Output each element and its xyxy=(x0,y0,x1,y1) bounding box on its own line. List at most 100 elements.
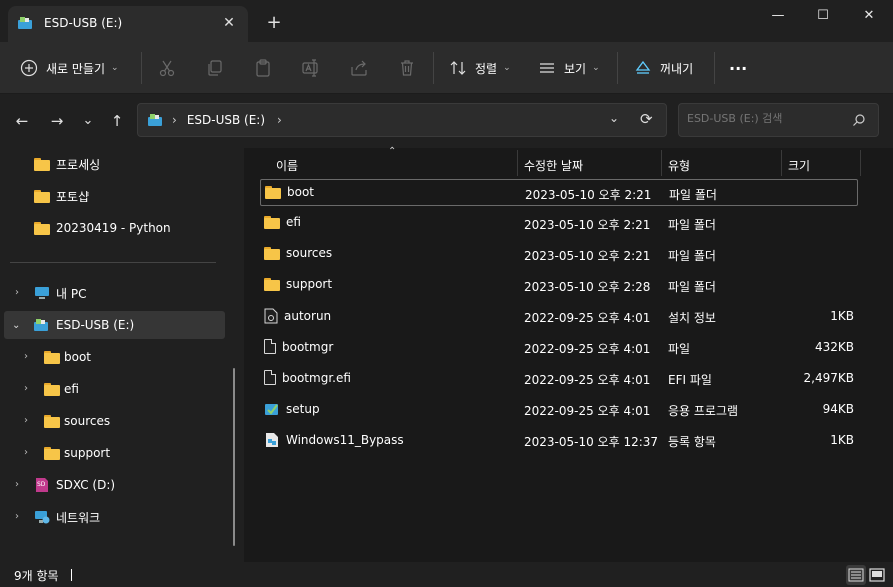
file-type: 등록 항목 xyxy=(668,435,716,449)
quick-access-item[interactable]: 20230419 - Python xyxy=(34,214,171,242)
file-modified: 2023-05-10 오후 2:21 xyxy=(524,249,651,263)
chevron-right-icon[interactable]: › xyxy=(11,479,23,490)
file-name: Windows11_Bypass xyxy=(286,433,404,447)
quick-access-label: 20230419 - Python xyxy=(56,221,171,235)
cut-icon[interactable] xyxy=(158,59,176,77)
chevron-right-icon[interactable]: › xyxy=(20,351,32,362)
quick-access-label: 프로세싱 xyxy=(56,157,101,172)
chevron-right-icon[interactable]: › xyxy=(20,383,32,394)
column-header-name[interactable]: 이름 xyxy=(276,152,298,178)
breadcrumb-separator-icon[interactable]: › xyxy=(277,113,282,127)
tab-close-icon[interactable]: ✕ xyxy=(220,14,238,32)
search-icon[interactable] xyxy=(853,114,865,126)
file-icon xyxy=(264,370,276,385)
close-window-button[interactable]: ✕ xyxy=(855,6,883,26)
sort-button[interactable]: 정렬 ⌄ xyxy=(449,56,511,80)
folder-icon xyxy=(44,446,60,460)
maximize-button[interactable]: ☐ xyxy=(809,6,837,26)
share-icon[interactable] xyxy=(350,59,368,77)
column-divider[interactable] xyxy=(661,150,662,176)
delete-icon[interactable] xyxy=(398,59,416,77)
file-name-cell: Windows11_Bypass xyxy=(264,432,404,448)
table-row[interactable]: sources 2023-05-10 오후 2:21 파일 폴더 xyxy=(260,241,858,268)
file-name: autorun xyxy=(284,309,332,323)
computer-icon xyxy=(35,287,49,299)
breadcrumb-item-esd-usb[interactable]: ESD-USB (E:) xyxy=(187,113,265,127)
column-divider[interactable] xyxy=(860,150,861,176)
table-row[interactable]: bootmgr.efi 2022-09-25 오후 4:01 EFI 파일 2,497… xyxy=(260,365,858,392)
sidebar-label: sources xyxy=(64,414,111,428)
sidebar-item-network[interactable]: 네트워크 xyxy=(34,503,100,531)
breadcrumb: › ESD-USB (E:) › xyxy=(148,113,282,127)
folder-icon xyxy=(34,189,50,203)
sidebar-item-sources[interactable]: sources xyxy=(44,407,110,435)
recent-locations-button[interactable]: ⌄ xyxy=(78,111,98,131)
column-divider[interactable] xyxy=(517,150,518,176)
table-row[interactable]: support 2023-05-10 오후 2:28 파일 폴더 xyxy=(260,272,858,299)
sidebar-item-efi[interactable]: efi xyxy=(44,375,79,403)
command-bar: 새로 만들기 ⌄ 정렬 ⌄ 보기 ⌄ 꺼내기 ··· xyxy=(0,42,893,94)
divider xyxy=(714,52,715,84)
search-box[interactable] xyxy=(678,103,879,137)
chevron-right-icon[interactable]: › xyxy=(20,415,32,426)
column-divider[interactable] xyxy=(781,150,782,176)
sidebar-scrollbar[interactable] xyxy=(233,368,235,546)
table-row[interactable]: efi 2023-05-10 오후 2:21 파일 폴더 xyxy=(260,210,858,237)
new-tab-button[interactable]: + xyxy=(264,13,284,33)
column-header-type[interactable]: 유형 xyxy=(668,152,690,178)
paste-icon[interactable] xyxy=(254,59,272,77)
folder-icon xyxy=(265,185,281,199)
quick-access-item[interactable]: 프로세싱 xyxy=(34,150,100,178)
back-button[interactable]: ← xyxy=(12,111,32,131)
file-name: sources xyxy=(286,246,333,260)
forward-button[interactable]: → xyxy=(47,111,67,131)
sd-card-icon: SD xyxy=(36,478,48,492)
more-options-button[interactable]: ··· xyxy=(729,56,747,80)
sidebar-item-support[interactable]: support xyxy=(44,439,110,467)
file-name: bootmgr xyxy=(282,339,334,354)
address-dropdown-icon[interactable]: ⌄ xyxy=(609,111,619,125)
folder-icon xyxy=(44,414,60,428)
table-row[interactable]: Windows11_Bypass 2023-05-10 오후 12:37 등록 항목… xyxy=(260,427,858,454)
chevron-right-icon[interactable]: › xyxy=(11,287,23,298)
quick-access-label: 포토샵 xyxy=(56,189,90,204)
sidebar-item-this-pc[interactable]: 내 PC xyxy=(34,279,86,307)
quick-access-item[interactable]: 포토샵 xyxy=(34,182,89,210)
copy-icon[interactable] xyxy=(206,59,224,77)
thumbnail-view-button[interactable] xyxy=(867,565,887,585)
chevron-right-icon[interactable]: › xyxy=(20,447,32,458)
sidebar-item-esd-usb[interactable]: ⌄ ESD-USB (E:) xyxy=(4,311,225,339)
chevron-down-icon[interactable]: ⌄ xyxy=(12,320,24,331)
sidebar-item-sdxc[interactable]: SD SDXC (D:) xyxy=(34,471,115,499)
divider xyxy=(617,52,618,84)
table-row[interactable]: boot 2023-05-10 오후 2:21 파일 폴더 xyxy=(260,179,858,206)
file-size: 1KB xyxy=(830,433,854,447)
minimize-button[interactable]: — xyxy=(764,6,792,26)
new-button[interactable]: 새로 만들기 ⌄ xyxy=(20,56,119,80)
table-row[interactable]: setup 2022-09-25 오후 4:01 응용 프로그램 94KB xyxy=(260,396,858,423)
file-name-cell: support xyxy=(264,277,332,291)
add-circle-icon xyxy=(20,59,38,77)
search-input[interactable] xyxy=(687,112,847,125)
column-header-size[interactable]: 크기 xyxy=(788,152,810,178)
table-row[interactable]: autorun 2022-09-25 오후 4:01 설치 정보 1KB xyxy=(260,303,858,330)
eject-button[interactable]: 꺼내기 xyxy=(634,56,693,80)
tab-esd-usb[interactable]: ESD-USB (E:) ✕ xyxy=(8,6,248,42)
table-row[interactable]: bootmgr 2022-09-25 오후 4:01 파일 432KB xyxy=(260,334,858,361)
address-bar[interactable]: › ESD-USB (E:) › ⌄ ⟳ xyxy=(137,103,667,137)
view-button[interactable]: 보기 ⌄ xyxy=(538,56,600,80)
breadcrumb-separator-icon[interactable]: › xyxy=(172,113,177,127)
rename-icon[interactable] xyxy=(302,59,320,77)
file-name: support xyxy=(286,277,333,291)
divider xyxy=(433,52,434,84)
file-name: setup xyxy=(286,402,320,416)
eject-icon xyxy=(635,60,651,74)
column-header-modified[interactable]: 수정한 날짜 xyxy=(524,152,583,178)
details-view-button[interactable] xyxy=(846,565,866,585)
sidebar-item-boot[interactable]: boot xyxy=(44,343,91,371)
file-name: boot xyxy=(287,185,315,199)
refresh-icon[interactable]: ⟳ xyxy=(640,110,653,128)
folder-icon xyxy=(34,221,50,235)
chevron-right-icon[interactable]: › xyxy=(11,511,23,522)
up-button[interactable]: ↑ xyxy=(107,111,127,131)
